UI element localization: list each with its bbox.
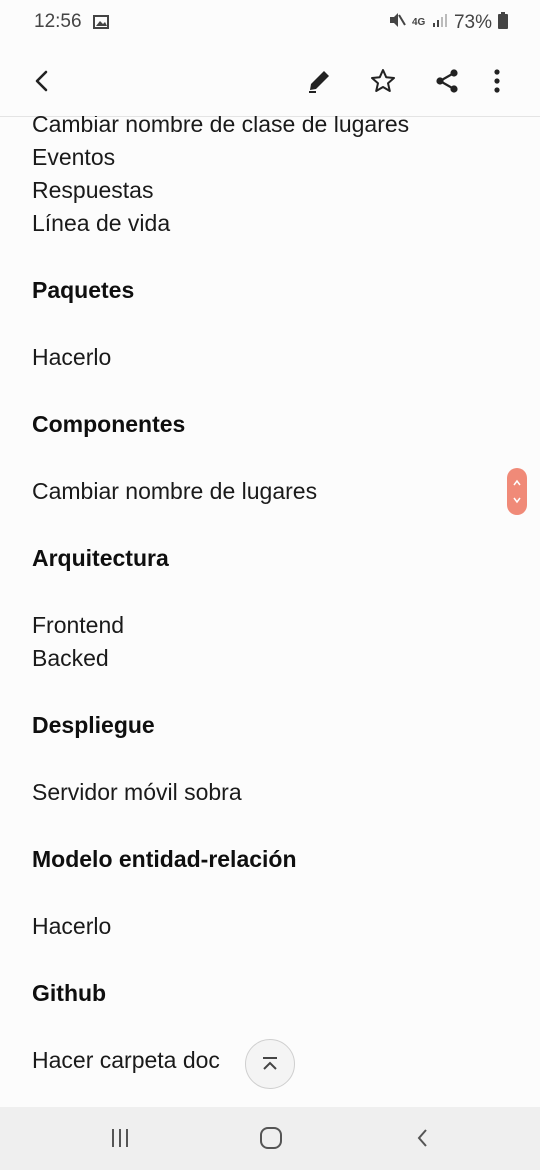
note-line: Frontend [32,612,125,638]
battery-level: 73% [453,12,492,33]
mute-icon [388,11,406,35]
back-nav-icon [417,1129,427,1147]
scroll-handle[interactable] [507,468,527,515]
signal-icon [432,12,448,34]
note-line: Servidor móvil sobra [32,779,242,805]
edit-button[interactable] [302,64,336,98]
chevron-down-icon [513,497,521,504]
edit-icon [309,71,329,93]
recent-apps-icon [112,1129,128,1147]
status-indicators: 4G 73% [388,11,508,35]
section-heading: Componentes [32,411,186,437]
note-line: Respuestas [32,177,154,203]
status-time: 12:56 [34,11,82,32]
more-icon [494,69,500,93]
back-nav-button[interactable] [408,1123,438,1153]
battery-icon [498,11,508,35]
share-icon [436,69,458,93]
status-bar: 12:56 4G 73% [0,0,540,44]
recent-apps-button[interactable] [105,1123,135,1153]
note-line: Eventos [32,144,116,170]
more-options-button[interactable] [480,64,514,98]
section-heading: Despliegue [32,712,155,738]
note-line: Hacer carpeta doc [32,1047,220,1073]
back-button[interactable] [25,64,59,98]
section-heading: Arquitectura [32,545,169,571]
home-button[interactable] [256,1123,286,1153]
navigation-bar [0,1107,540,1170]
back-icon [35,70,48,92]
home-icon [260,1127,282,1149]
note-line: Cambiar nombre de clase de lugares [32,116,410,137]
scroll-to-top-button[interactable] [245,1039,295,1089]
network-type: 4G [411,17,426,28]
favorite-button[interactable] [366,64,400,98]
note-toolbar [0,44,540,117]
chevron-up-icon [513,479,521,486]
note-line: Backed [32,645,109,671]
section-heading: Modelo entidad-relación [32,846,297,872]
gallery-icon [93,13,109,35]
share-button[interactable] [430,64,464,98]
note-line: Hacerlo [32,913,112,939]
note-line: Cambiar nombre de lugares [32,478,318,504]
note-line: Hacerlo [32,344,112,370]
note-content[interactable]: Cambiar nombre de clase de lugares Event… [0,116,540,1106]
section-heading: Github [32,980,107,1006]
star-icon [371,69,395,92]
section-heading: Paquetes [32,277,135,303]
note-line: Línea de vida [32,210,171,236]
scroll-to-top-icon [263,1057,277,1070]
